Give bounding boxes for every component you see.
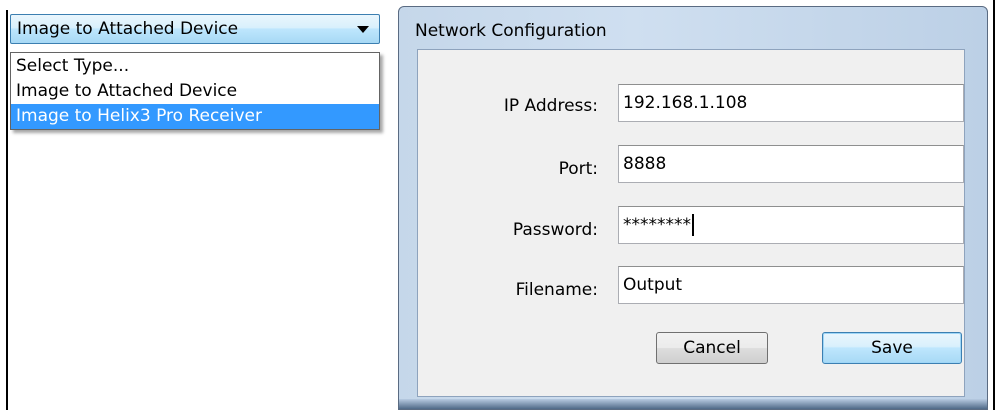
network-configuration-window: Network Configuration IP Address: 192.16… [398,6,988,410]
ip-address-input[interactable]: 192.168.1.108 [618,84,964,122]
dropdown-selected-value: Image to Attached Device [17,19,239,39]
dropdown-option-attached-device[interactable]: Image to Attached Device [11,79,379,104]
password-label: Password: [512,220,598,240]
ip-address-label: IP Address: [503,96,598,116]
type-dropdown[interactable]: Image to Attached Device [10,14,380,44]
text-caret [692,214,694,236]
dropdown-option-helix3-receiver[interactable]: Image to Helix3 Pro Receiver [11,104,379,129]
window-bottom-edge [399,399,987,409]
save-button[interactable]: Save [822,332,962,364]
port-label: Port: [558,159,598,179]
right-border [993,0,995,410]
chevron-down-icon[interactable] [357,26,369,33]
password-value: ******** [623,215,691,235]
password-input[interactable]: ******** [618,206,964,244]
dropdown-list: Select Type... Image to Attached Device … [10,52,380,130]
filename-label: Filename: [515,280,598,300]
dropdown-option-select-type[interactable]: Select Type... [11,54,379,79]
dialog-body: IP Address: 192.168.1.108 Port: 8888 Pas… [417,49,965,397]
cancel-button[interactable]: Cancel [656,332,768,364]
left-border [6,10,8,410]
window-title: Network Configuration [415,21,607,41]
port-input[interactable]: 8888 [618,145,964,183]
filename-input[interactable]: Output [618,266,964,304]
